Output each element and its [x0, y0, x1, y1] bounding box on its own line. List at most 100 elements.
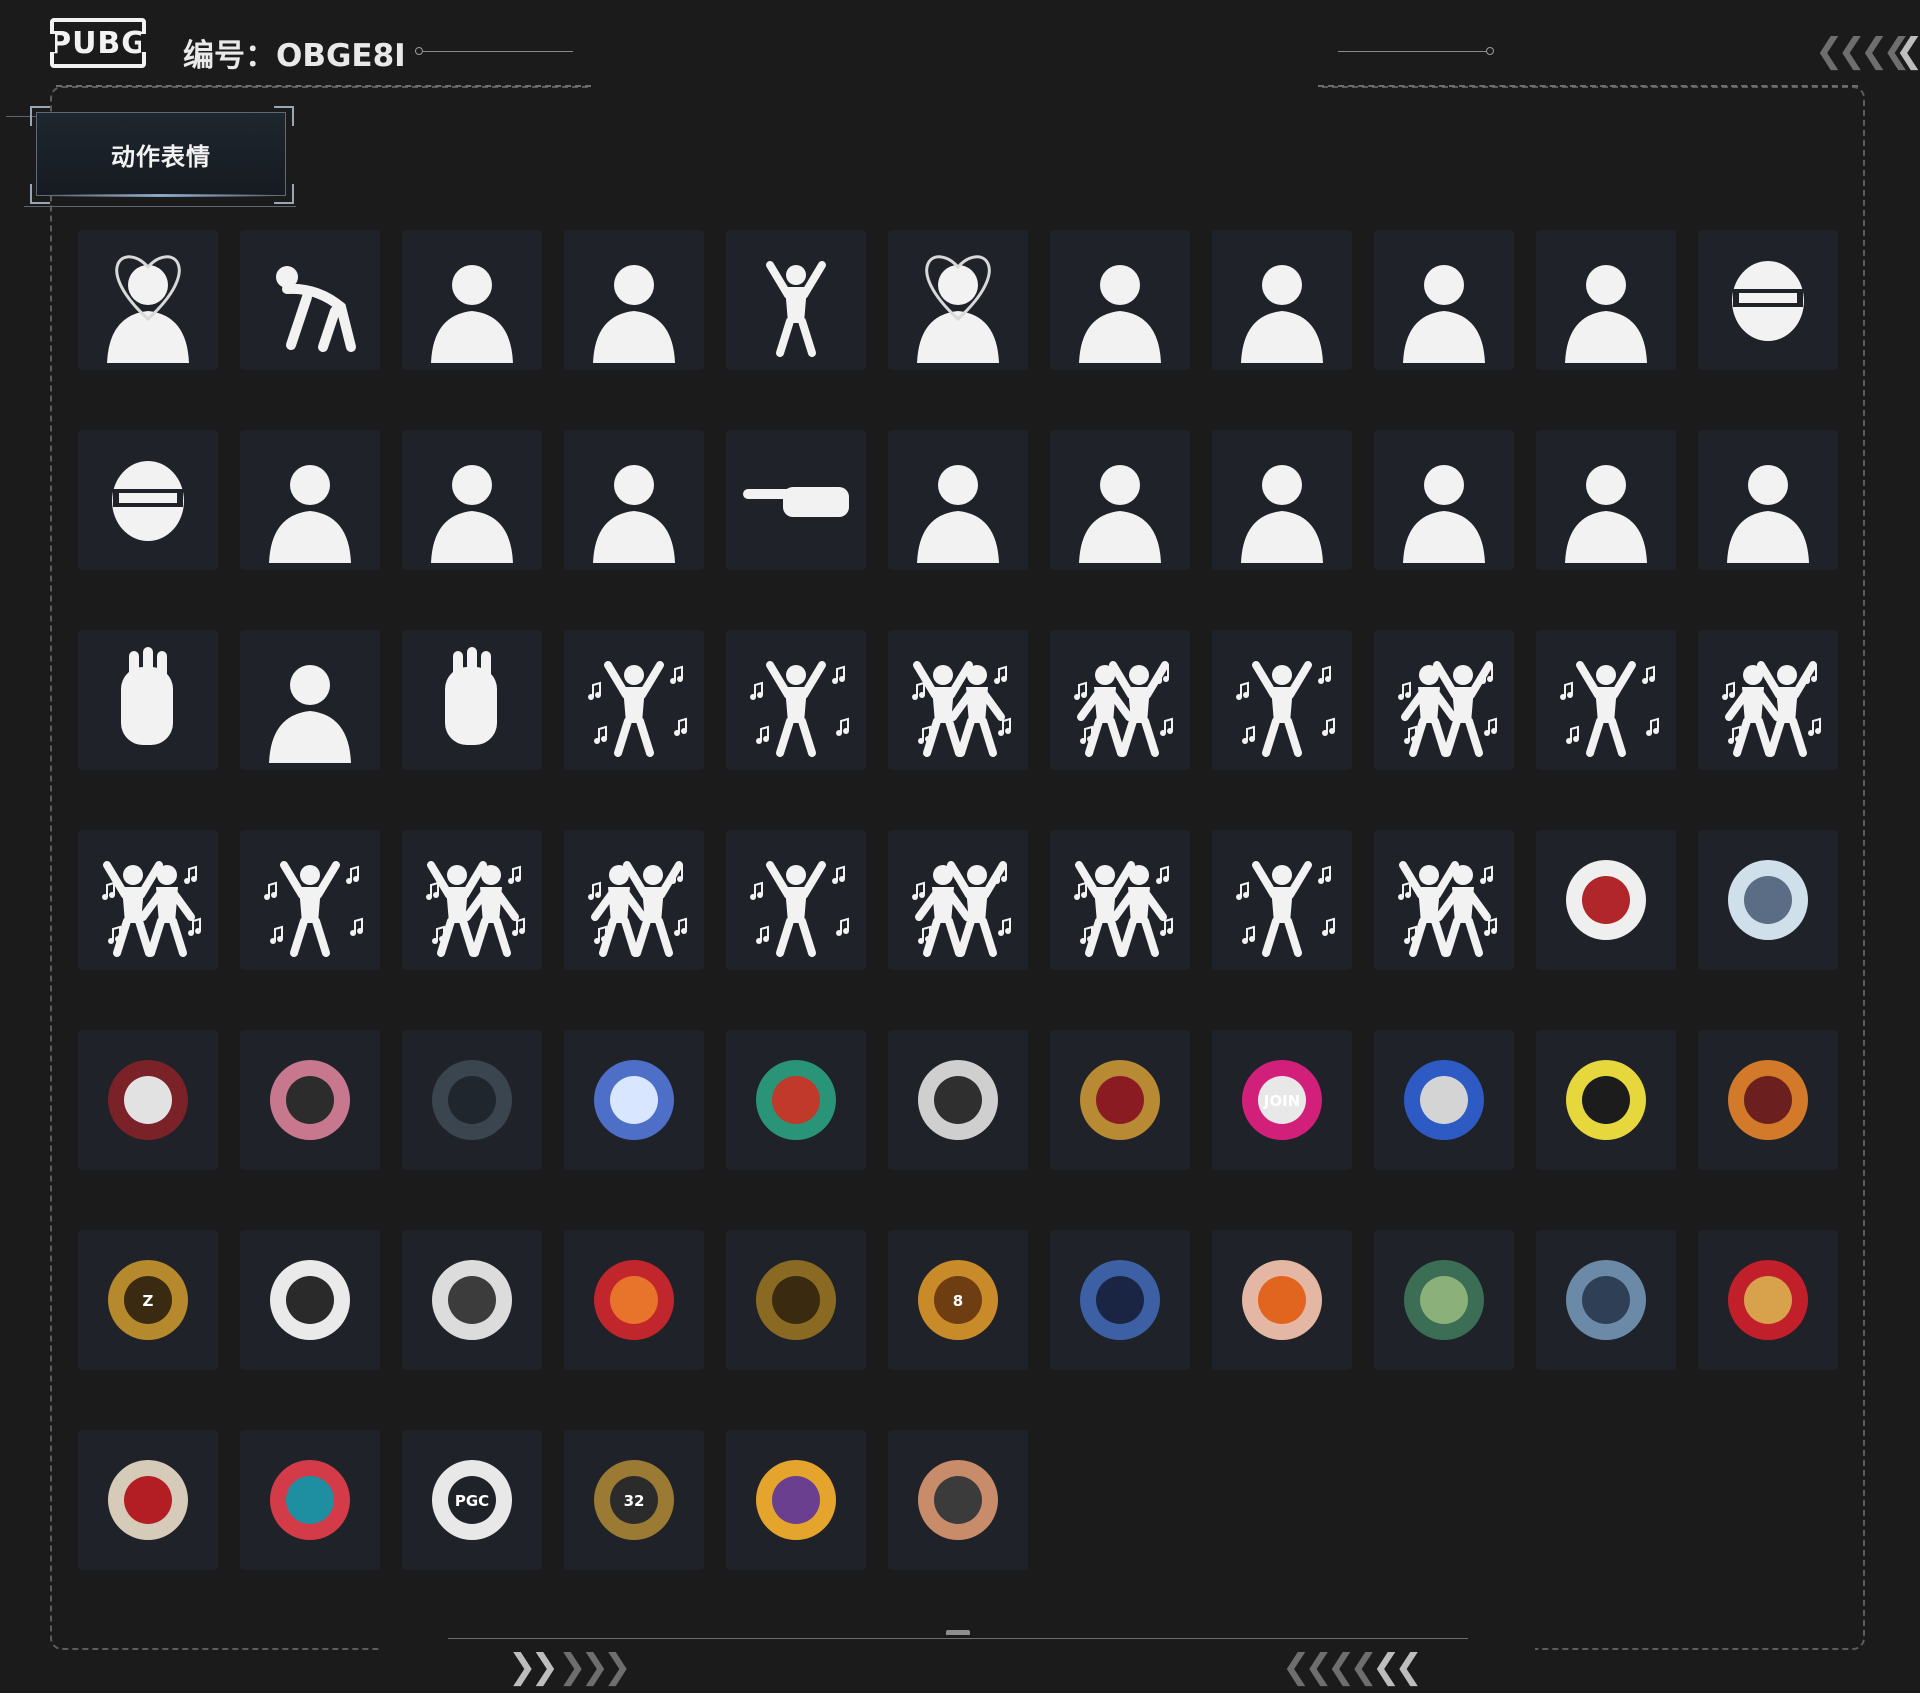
emote-tile[interactable]: [1536, 630, 1676, 770]
emote-tile[interactable]: [1698, 1230, 1838, 1370]
emote-tile[interactable]: [1050, 630, 1190, 770]
emote-tile[interactable]: [240, 1230, 380, 1370]
emote-tile[interactable]: [888, 230, 1028, 370]
red-shield-sticker-icon: [733, 1437, 859, 1563]
emote-tile[interactable]: [1212, 1230, 1352, 1370]
emote-tile[interactable]: [1374, 230, 1514, 370]
dance-pose-emote-icon: [733, 637, 859, 763]
emote-tile[interactable]: [1050, 830, 1190, 970]
emote-tile[interactable]: [1050, 430, 1190, 570]
emote-tile[interactable]: [726, 1430, 866, 1570]
emote-tile[interactable]: [78, 430, 218, 570]
emote-tile[interactable]: [1212, 630, 1352, 770]
header-line-dot-right: [1486, 47, 1494, 55]
emote-tile[interactable]: [402, 630, 542, 770]
emote-tile[interactable]: [726, 230, 866, 370]
emote-tile[interactable]: [1374, 1230, 1514, 1370]
emote-tile[interactable]: [564, 430, 704, 570]
emote-tile[interactable]: [78, 830, 218, 970]
emote-tile[interactable]: [1698, 630, 1838, 770]
emote-tile[interactable]: [240, 830, 380, 970]
emote-tile[interactable]: [564, 230, 704, 370]
emote-tile[interactable]: [1212, 430, 1352, 570]
emote-tile[interactable]: [1374, 430, 1514, 570]
dance-step-emote-icon: [1219, 637, 1345, 763]
scroll-indicator[interactable]: [946, 1630, 970, 1635]
emote-tile[interactable]: [888, 630, 1028, 770]
emote-tile[interactable]: [726, 1030, 866, 1170]
emote-tile[interactable]: [1212, 830, 1352, 970]
emote-tile[interactable]: [1698, 230, 1838, 370]
emote-tile[interactable]: 32: [564, 1430, 704, 1570]
emote-tile[interactable]: [564, 1230, 704, 1370]
emote-tile[interactable]: [1536, 430, 1676, 570]
emote-tile[interactable]: [1698, 830, 1838, 970]
emote-tile[interactable]: [1536, 230, 1676, 370]
emote-tile[interactable]: [1050, 230, 1190, 370]
emote-tile[interactable]: [402, 830, 542, 970]
emote-tile[interactable]: [1050, 1030, 1190, 1170]
emote-tile[interactable]: [1536, 1030, 1676, 1170]
nose-pick-emote-icon: [409, 437, 535, 563]
emote-tile[interactable]: [402, 230, 542, 370]
section-tab-wrap: 动作表情: [6, 102, 296, 212]
account-id: 编号：OBGE8I: [183, 38, 406, 74]
emote-tile[interactable]: [564, 830, 704, 970]
join-us-sticker-icon: [1381, 1237, 1507, 1363]
dance-flower-emote-icon: [1543, 637, 1669, 763]
emote-tile[interactable]: [726, 630, 866, 770]
frame-gap-top: [590, 80, 1318, 92]
emote-tile[interactable]: [888, 1030, 1028, 1170]
emote-tile[interactable]: [1698, 1030, 1838, 1170]
emote-tile[interactable]: [726, 830, 866, 970]
emote-tile[interactable]: [1374, 630, 1514, 770]
fried-egg-sticker-icon: [85, 1037, 211, 1163]
emote-tile[interactable]: [1374, 1030, 1514, 1170]
emote-tile[interactable]: [1050, 1230, 1190, 1370]
emote-tile[interactable]: [240, 630, 380, 770]
emote-tile[interactable]: [78, 230, 218, 370]
emote-tile[interactable]: [1698, 430, 1838, 570]
emote-tile[interactable]: [888, 830, 1028, 970]
section-tab[interactable]: 动作表情: [36, 112, 286, 196]
sigh-emote-icon: [1219, 437, 1345, 563]
emote-tile[interactable]: [1536, 830, 1676, 970]
emote-tile[interactable]: [1374, 830, 1514, 970]
chevrons-right-icon: ❯❯: [508, 1647, 559, 1687]
emote-tile[interactable]: [726, 430, 866, 570]
emote-tile[interactable]: Z: [78, 1230, 218, 1370]
thinking-emote-icon: [409, 237, 535, 363]
emote-tile[interactable]: [240, 1030, 380, 1170]
emote-tile[interactable]: [1212, 230, 1352, 370]
emote-tile[interactable]: [888, 430, 1028, 570]
dance-duo-point-emote-icon: [1381, 637, 1507, 763]
emote-tile[interactable]: [402, 430, 542, 570]
emote-tile[interactable]: [240, 1430, 380, 1570]
emote-tile[interactable]: [240, 230, 380, 370]
tab-glow: [46, 194, 276, 197]
emote-tile[interactable]: [888, 1430, 1028, 1570]
lucky-eight-sticker-icon: [1543, 837, 1669, 963]
emote-tile[interactable]: [402, 1230, 542, 1370]
come-here-emote-icon: [895, 437, 1021, 563]
finger-heart-sticker-icon: [1543, 1037, 1669, 1163]
svg-text:32: 32: [624, 1492, 645, 1510]
emote-tile[interactable]: [726, 1230, 866, 1370]
emote-tile[interactable]: 8: [888, 1230, 1028, 1370]
winner-chicken-sticker-icon: [85, 1437, 211, 1563]
emote-tile[interactable]: [78, 1030, 218, 1170]
helmet-laugh-emote-icon: [85, 437, 211, 563]
emote-tile[interactable]: [78, 630, 218, 770]
letter-z-sticker-icon: [247, 1437, 373, 1563]
emote-tile[interactable]: [564, 630, 704, 770]
lucky-cards-sticker-icon: [1705, 1037, 1831, 1163]
emote-tile[interactable]: [240, 430, 380, 570]
emote-tile[interactable]: PGC: [402, 1430, 542, 1570]
emote-tile[interactable]: [402, 1030, 542, 1170]
breakdance-emote-icon: [247, 837, 373, 963]
emote-tile[interactable]: [78, 1430, 218, 1570]
header-line-left: [423, 51, 573, 52]
emote-tile[interactable]: JOIN: [1212, 1030, 1352, 1170]
emote-tile[interactable]: [564, 1030, 704, 1170]
emote-tile[interactable]: [1536, 1230, 1676, 1370]
